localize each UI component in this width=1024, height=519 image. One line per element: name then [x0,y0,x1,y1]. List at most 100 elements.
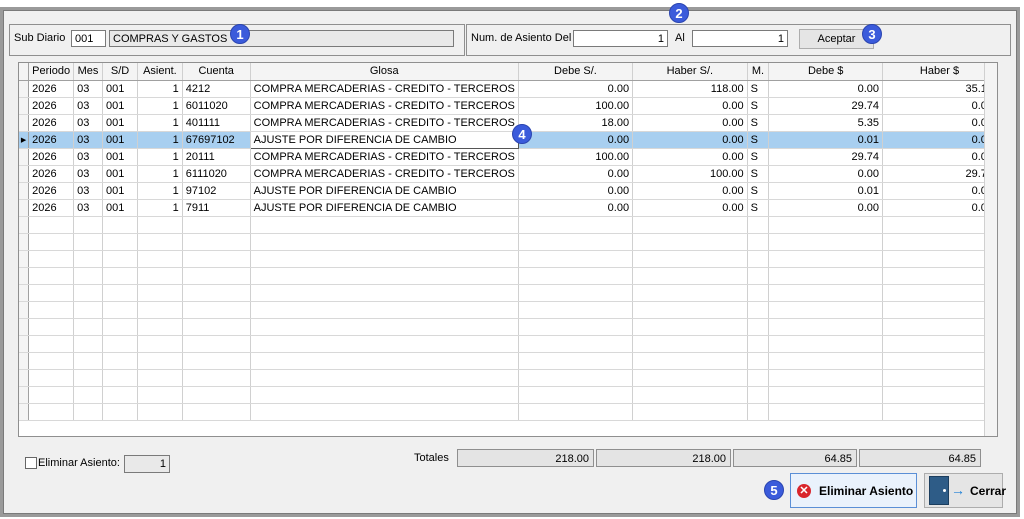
table-cell[interactable] [250,233,519,251]
table-cell[interactable]: 1 [137,148,183,166]
table-cell[interactable]: 118.00 [632,80,748,98]
table-cell[interactable] [137,403,183,421]
table-row[interactable] [19,250,997,268]
col-header-debe-dolares[interactable]: Debe $ [768,63,883,81]
table-cell[interactable]: 6011020 [182,97,251,115]
table-cell[interactable] [250,386,519,404]
table-cell[interactable] [518,301,634,319]
table-cell[interactable]: 0.01 [882,199,997,217]
table-cell[interactable] [747,284,770,302]
table-cell[interactable] [28,318,75,336]
table-cell[interactable]: S [747,131,770,149]
table-cell[interactable] [747,335,770,353]
table-cell[interactable] [137,352,183,370]
table-cell[interactable] [768,284,883,302]
table-cell[interactable] [632,352,748,370]
row-indicator[interactable] [19,318,30,336]
table-cell[interactable]: 97102 [182,182,251,200]
table-cell[interactable] [28,352,75,370]
table-cell[interactable] [28,216,75,234]
table-cell[interactable] [632,386,748,404]
table-cell[interactable]: 0.00 [518,199,634,217]
table-row[interactable]: 2026 03 001 1 4212 COMPRA MERCADERIAS - CREDI… [19,80,997,98]
table-cell[interactable]: 7911 [182,199,251,217]
table-cell[interactable]: COMPRA MERCADERIAS - CREDITO - TERCEROS [250,97,519,115]
table-cell[interactable] [882,250,997,268]
row-indicator[interactable] [19,250,30,268]
eliminar-asiento-button[interactable]: ✕ Eliminar Asiento [790,473,917,508]
table-cell[interactable]: S [747,165,770,183]
table-cell[interactable] [182,369,251,387]
table-cell[interactable] [518,318,634,336]
table-cell[interactable] [882,267,997,285]
table-cell[interactable] [73,403,103,421]
table-row[interactable]: 2026 03 001 1 6111020 COMPRA MERCADERIAS - CR… [19,165,997,183]
table-cell[interactable] [518,386,634,404]
row-indicator[interactable] [19,403,30,421]
table-cell[interactable] [882,216,997,234]
table-cell[interactable]: 0.00 [882,131,997,149]
table-row[interactable] [19,318,997,336]
table-cell[interactable] [747,233,770,251]
col-header-periodo[interactable]: Periodo [28,63,75,81]
table-cell[interactable]: COMPRA MERCADERIAS - CREDITO - TERCEROS [250,114,519,132]
row-indicator[interactable] [19,165,30,183]
table-cell[interactable]: COMPRA MERCADERIAS - CREDITO - TERCEROS [250,80,519,98]
row-indicator[interactable] [19,352,30,370]
table-cell[interactable] [632,284,748,302]
table-cell[interactable] [882,318,997,336]
table-cell[interactable] [882,301,997,319]
row-indicator[interactable] [19,148,30,166]
table-row[interactable] [19,284,997,302]
table-cell[interactable] [73,335,103,353]
row-indicator[interactable] [19,97,30,115]
table-cell[interactable] [250,318,519,336]
table-cell[interactable]: 1 [137,97,183,115]
table-cell[interactable] [182,301,251,319]
table-cell[interactable]: 0.00 [768,199,883,217]
table-row[interactable] [19,369,997,387]
table-cell[interactable] [137,250,183,268]
col-header-haber-soles[interactable]: Haber S/. [632,63,748,81]
table-cell[interactable]: 03 [73,131,103,149]
table-cell[interactable] [747,267,770,285]
table-cell[interactable] [518,284,634,302]
sub-diario-code-field[interactable]: 001 [71,30,106,47]
table-cell[interactable] [28,301,75,319]
table-cell[interactable] [137,284,183,302]
table-cell[interactable] [102,352,139,370]
row-indicator[interactable] [19,335,30,353]
table-cell[interactable]: 001 [102,165,139,183]
row-pointer-icon[interactable]: ▶ [19,131,30,149]
table-row[interactable] [19,216,997,234]
table-cell[interactable]: 001 [102,182,139,200]
table-cell[interactable] [137,216,183,234]
table-cell[interactable] [632,250,748,268]
table-cell[interactable] [882,233,997,251]
table-cell[interactable] [182,267,251,285]
grid-vertical-scrollbar[interactable] [984,63,997,436]
table-cell[interactable] [768,369,883,387]
table-cell[interactable]: 0.00 [632,131,748,149]
table-cell[interactable]: 35.10 [882,80,997,98]
table-cell[interactable] [102,233,139,251]
table-cell[interactable] [73,267,103,285]
table-row[interactable]: 2026 03 001 1 7911 AJUSTE POR DIFERENCIA DE C… [19,199,997,217]
table-cell[interactable]: 03 [73,165,103,183]
table-row[interactable] [19,267,997,285]
cerrar-button[interactable]: → Cerrar [924,473,1006,508]
table-cell[interactable]: 18.00 [518,114,634,132]
table-cell[interactable]: 2026 [28,148,75,166]
table-cell[interactable] [250,216,519,234]
table-row[interactable] [19,386,997,404]
table-cell[interactable]: S [747,182,770,200]
table-cell[interactable]: 1 [137,182,183,200]
table-cell[interactable]: 03 [73,114,103,132]
table-cell[interactable] [747,369,770,387]
table-cell[interactable]: 0.01 [768,182,883,200]
table-cell[interactable] [102,301,139,319]
table-cell[interactable] [768,267,883,285]
table-cell[interactable] [182,352,251,370]
table-cell[interactable]: 29.74 [882,165,997,183]
row-indicator[interactable] [19,301,30,319]
